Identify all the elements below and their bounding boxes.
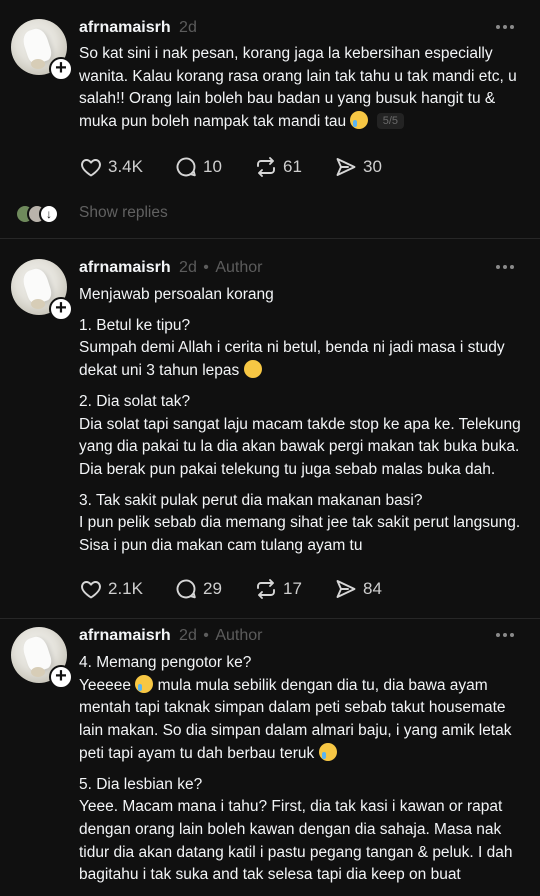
post-header: afrnamaisrh 2d: [79, 18, 197, 38]
share-button[interactable]: 84: [334, 577, 382, 601]
heart-icon: [81, 159, 101, 177]
post-text: So kat sini i nak pesan, korang jaga la …: [79, 45, 517, 131]
show-replies-row[interactable]: ↓ Show replies: [15, 202, 315, 226]
comment-button[interactable]: 10: [174, 155, 222, 179]
like-count: 3.4K: [108, 157, 143, 176]
follow-plus-icon[interactable]: +: [49, 665, 73, 689]
post-text: 5. Dia lesbian ke? Yeee. Macam mana i ta…: [79, 775, 513, 884]
repost-icon: [257, 579, 275, 599]
username[interactable]: afrnamaisrh: [79, 259, 171, 276]
more-horizontal-icon[interactable]: [496, 265, 518, 271]
author-badge: Author: [215, 259, 263, 276]
author-avatar[interactable]: +: [11, 259, 73, 321]
post-text: 1. Betul ke tipu? Sumpah demi Allah i ce…: [79, 316, 505, 380]
post-header: afrnamaisrh 2d • Author: [79, 258, 263, 278]
repost-button[interactable]: 17: [254, 577, 302, 601]
post-text: 2. Dia solat tak? Dia solat tapi sangat …: [79, 392, 521, 478]
show-replies-link[interactable]: Show replies: [79, 204, 168, 222]
send-icon: [336, 580, 356, 598]
username[interactable]: afrnamaisrh: [79, 627, 171, 644]
post-time: 2d: [179, 627, 197, 644]
repost-count: 61: [283, 157, 302, 176]
more-horizontal-icon[interactable]: [496, 633, 518, 639]
post-header: afrnamaisrh 2d • Author: [79, 626, 263, 646]
share-count: 30: [363, 157, 382, 176]
share-count: 84: [363, 579, 382, 598]
separator-dot: •: [203, 627, 209, 644]
like-count: 2.1K: [108, 579, 143, 598]
post-time: 2d: [179, 19, 197, 36]
post-body: So kat sini i nak pesan, korang jaga la …: [79, 43, 529, 134]
repost-button[interactable]: 61: [254, 155, 302, 179]
post-text: 3. Tak sakit pulak perut dia makan makan…: [79, 491, 521, 555]
comment-count: 29: [203, 579, 222, 598]
follow-plus-icon[interactable]: +: [49, 297, 73, 321]
crying-face-emoji-icon: [318, 742, 337, 761]
crying-face-emoji-icon: [135, 674, 154, 693]
thread-counter: 5/5: [376, 113, 405, 130]
share-button[interactable]: 30: [334, 155, 382, 179]
comment-bubble-icon: [176, 579, 196, 599]
post-body: 4. Memang pengotor ke? Yeeeee mula mula …: [79, 652, 529, 887]
comment-count: 10: [203, 157, 222, 176]
like-button[interactable]: 3.4K: [79, 155, 143, 179]
comment-button[interactable]: 29: [174, 577, 222, 601]
post-time: 2d: [179, 259, 197, 276]
follow-plus-icon[interactable]: +: [49, 57, 73, 81]
more-horizontal-icon[interactable]: [496, 25, 518, 31]
author-avatar[interactable]: +: [11, 19, 73, 81]
comment-bubble-icon: [176, 157, 196, 177]
author-avatar[interactable]: +: [11, 627, 73, 689]
heart-icon: [81, 581, 101, 599]
repost-icon: [257, 157, 275, 177]
like-button[interactable]: 2.1K: [79, 577, 143, 601]
dizzy-face-emoji-icon: [243, 360, 262, 379]
post-text: Menjawab persoalan korang: [79, 286, 274, 303]
chevron-down-icon: ↓: [39, 204, 59, 224]
username[interactable]: afrnamaisrh: [79, 19, 171, 36]
author-badge: Author: [215, 627, 263, 644]
repost-count: 17: [283, 579, 302, 598]
crying-face-emoji-icon: [350, 111, 369, 130]
divider: [0, 618, 540, 619]
divider: [0, 238, 540, 239]
separator-dot: •: [203, 259, 209, 276]
send-icon: [336, 158, 356, 176]
post-body: Menjawab persoalan korang 1. Betul ke ti…: [79, 284, 529, 558]
